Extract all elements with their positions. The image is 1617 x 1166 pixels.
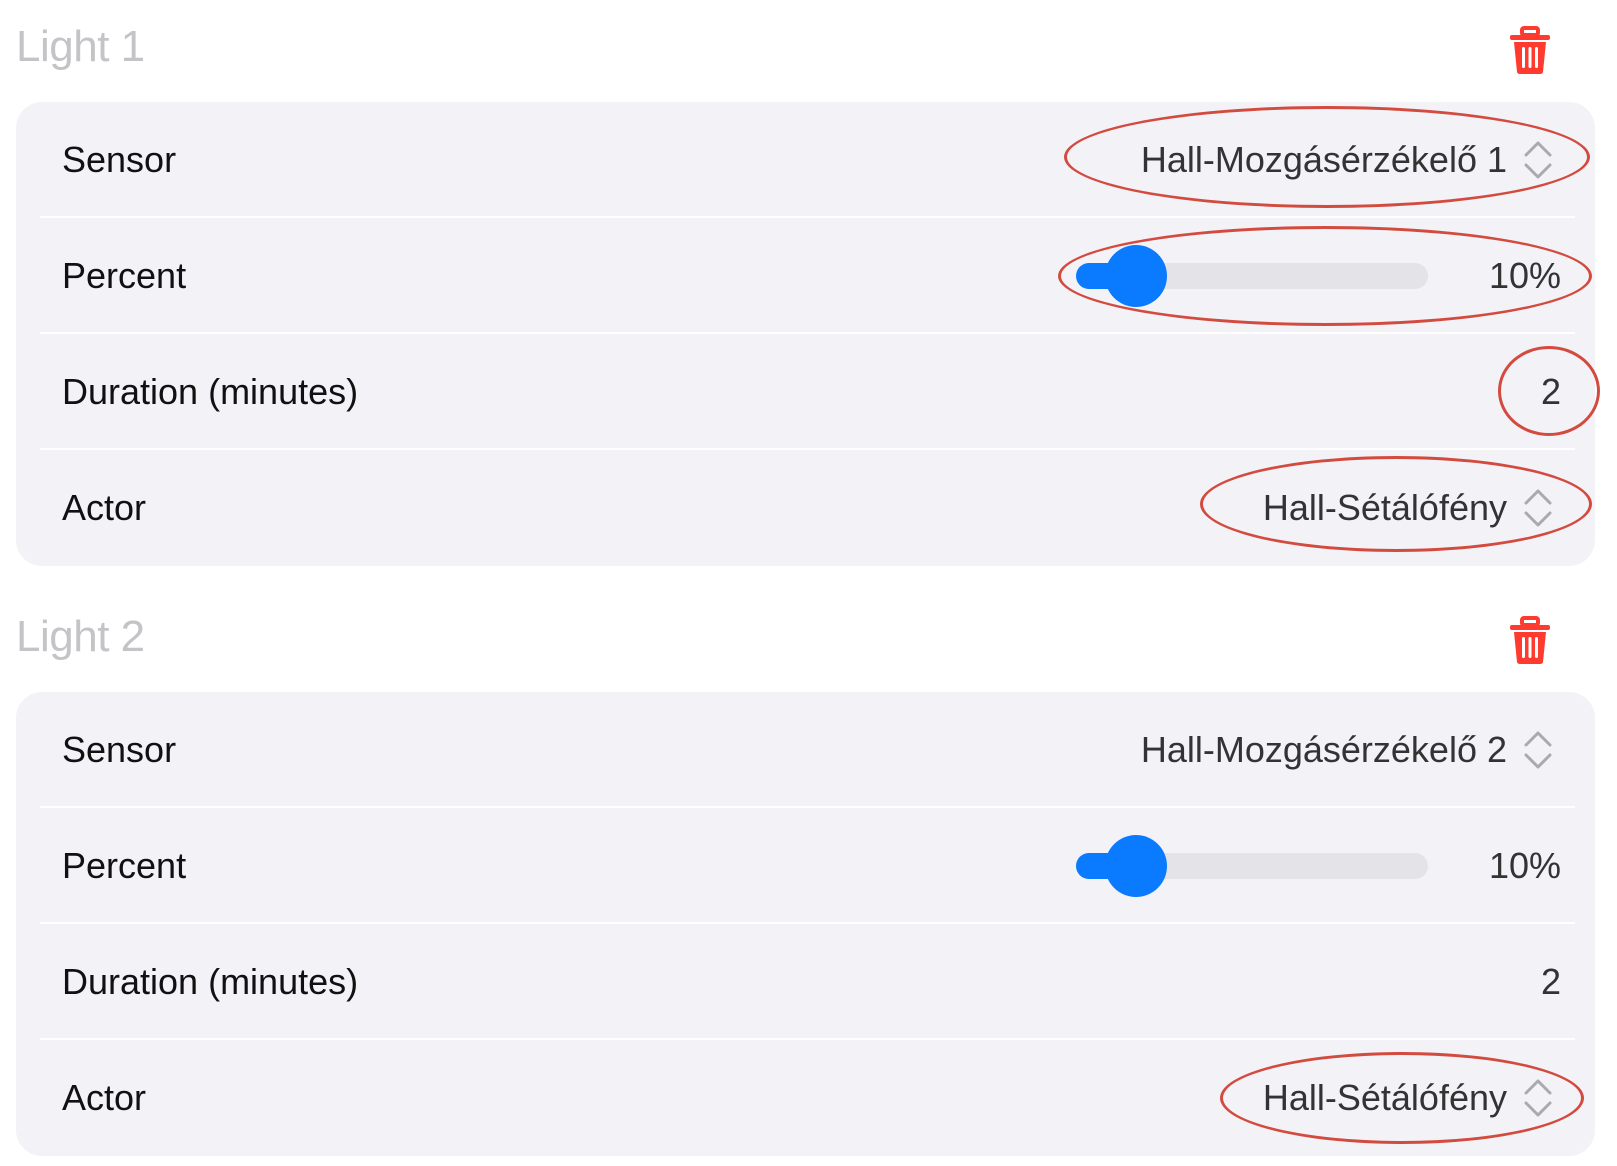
sensor-select[interactable]: Hall-Mozgásérzékelő 1 bbox=[1141, 102, 1555, 218]
percent-slider[interactable] bbox=[1076, 835, 1428, 897]
slider-thumb[interactable] bbox=[1105, 835, 1167, 897]
duration-value[interactable]: 2 bbox=[1541, 334, 1561, 450]
trash-icon bbox=[1510, 616, 1550, 664]
delete-light-button[interactable] bbox=[1508, 26, 1552, 76]
light-title: Light 2 bbox=[16, 612, 145, 661]
percent-row: Percent 10% bbox=[16, 808, 1595, 924]
percent-value: 10% bbox=[1488, 845, 1561, 886]
light-settings-card: Sensor Hall-Mozgásérzékelő 1 Percent 10%… bbox=[16, 102, 1595, 566]
sensor-label: Sensor bbox=[62, 139, 177, 180]
actor-row: Actor Hall-Sétálófény bbox=[16, 1040, 1595, 1156]
chevron-up-down-icon bbox=[1524, 1079, 1552, 1117]
light-title: Light 1 bbox=[16, 22, 145, 71]
chevron-up-down-icon bbox=[1524, 141, 1552, 179]
percent-row: Percent 10% bbox=[16, 218, 1595, 334]
slider-thumb[interactable] bbox=[1105, 245, 1167, 307]
percent-label: Percent bbox=[62, 845, 187, 886]
actor-select[interactable]: Hall-Sétálófény bbox=[1263, 450, 1555, 566]
sensor-label: Sensor bbox=[62, 729, 177, 770]
sensor-select[interactable]: Hall-Mozgásérzékelő 2 bbox=[1141, 692, 1555, 808]
actor-value: Hall-Sétálófény bbox=[1262, 487, 1507, 528]
delete-light-button[interactable] bbox=[1508, 616, 1552, 666]
actor-label: Actor bbox=[62, 487, 147, 528]
duration-value[interactable]: 2 bbox=[1541, 924, 1561, 1040]
duration-row: Duration (minutes) 2 bbox=[16, 924, 1595, 1040]
duration-row: Duration (minutes) 2 bbox=[16, 334, 1595, 450]
chevron-up-down-icon bbox=[1524, 731, 1552, 769]
sensor-row: Sensor Hall-Mozgásérzékelő 1 bbox=[16, 102, 1595, 218]
light-settings-card: Sensor Hall-Mozgásérzékelő 2 Percent 10%… bbox=[16, 692, 1595, 1156]
trash-icon bbox=[1510, 26, 1550, 74]
actor-row: Actor Hall-Sétálófény bbox=[16, 450, 1595, 566]
actor-value: Hall-Sétálófény bbox=[1262, 1077, 1507, 1118]
percent-label: Percent bbox=[62, 255, 187, 296]
sensor-row: Sensor Hall-Mozgásérzékelő 2 bbox=[16, 692, 1595, 808]
sensor-value: Hall-Mozgásérzékelő 1 bbox=[1140, 139, 1507, 180]
actor-select[interactable]: Hall-Sétálófény bbox=[1263, 1040, 1555, 1156]
sensor-value: Hall-Mozgásérzékelő 2 bbox=[1140, 729, 1507, 770]
actor-label: Actor bbox=[62, 1077, 147, 1118]
duration-label: Duration (minutes) bbox=[62, 371, 359, 412]
duration-label: Duration (minutes) bbox=[62, 961, 359, 1002]
percent-slider[interactable] bbox=[1076, 245, 1428, 307]
chevron-up-down-icon bbox=[1524, 489, 1552, 527]
percent-value: 10% bbox=[1488, 255, 1561, 296]
